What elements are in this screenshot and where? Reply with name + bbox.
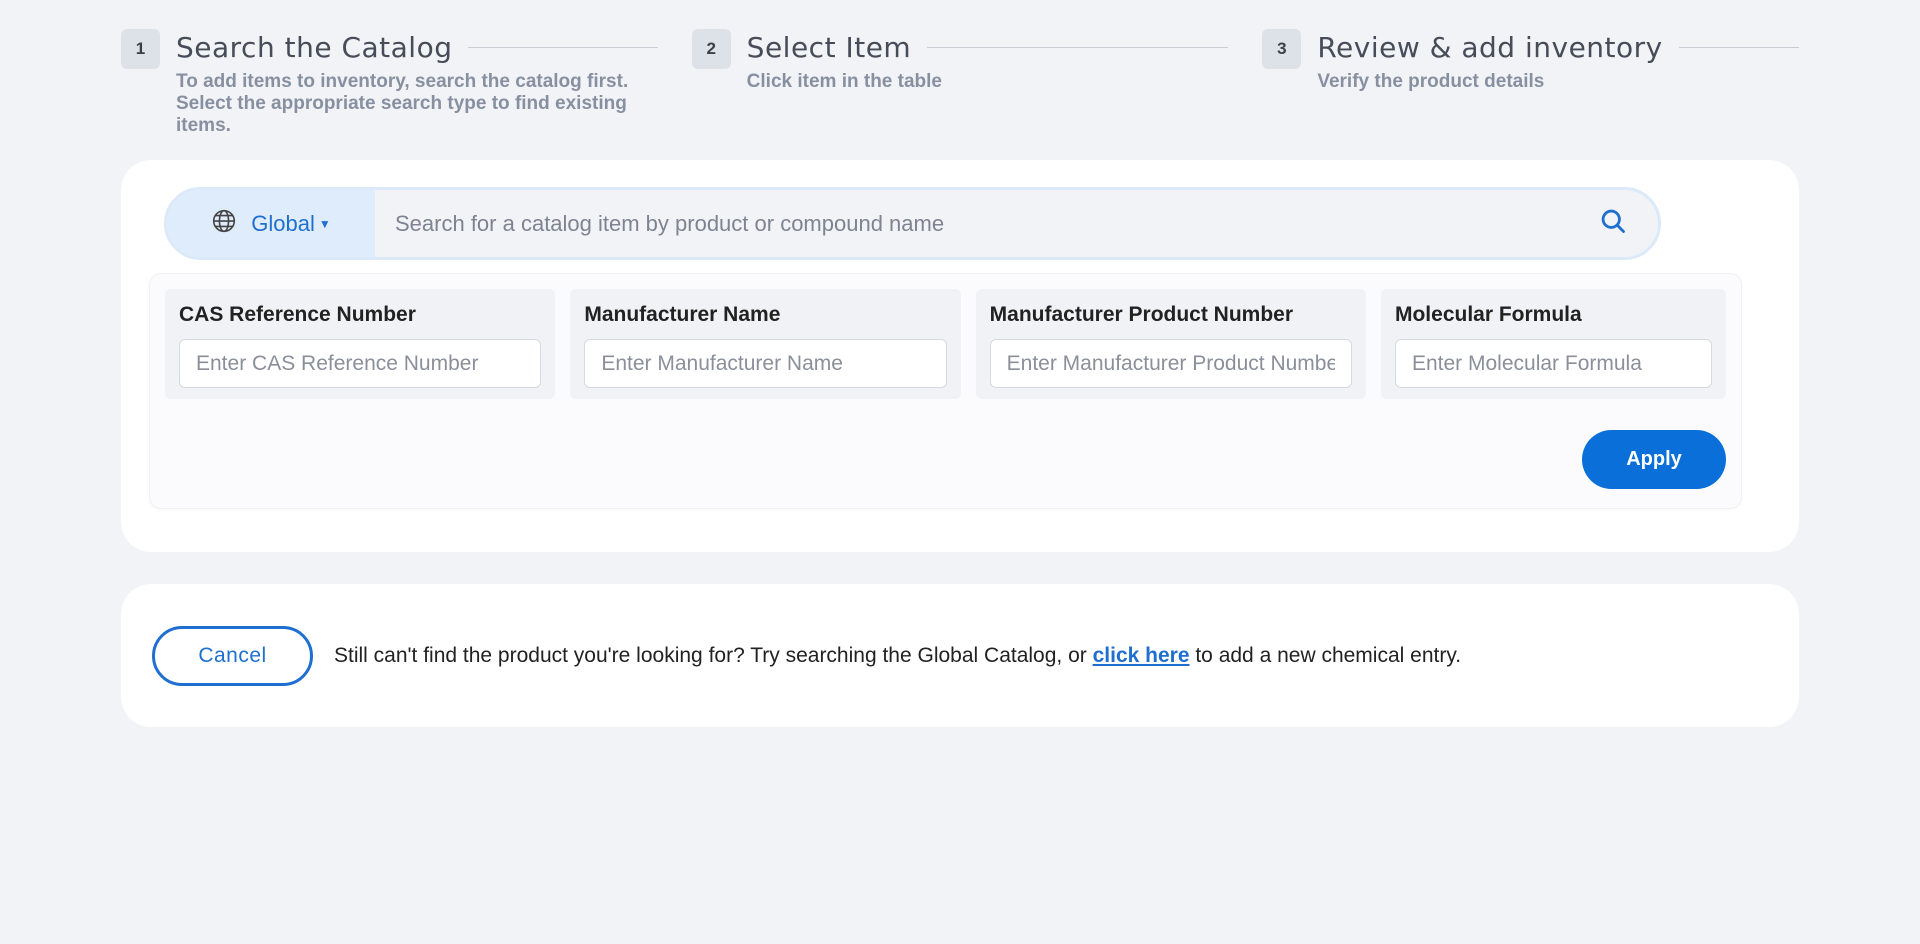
filter-manufacturer-product-number: Manufacturer Product Number [975,289,1366,399]
manufacturer-product-number-input[interactable] [989,339,1352,388]
step-search-catalog: 1 Search the Catalog To add items to inv… [121,29,658,149]
manufacturer-name-input[interactable] [584,339,947,388]
filter-molecular-formula: Molecular Formula [1380,289,1726,399]
step-title: Review & add inventory [1317,30,1663,64]
step-number: 2 [691,29,731,69]
chevron-down-icon: ▼ [318,216,331,231]
step-title: Select Item [746,30,912,64]
help-text-before: Still can't find the product you're look… [334,643,1093,667]
step-divider [468,46,658,48]
footer-card: Cancel Still can't find the product you'… [121,584,1799,727]
filter-label: CAS Reference Number [179,303,416,326]
step-divider [927,46,1229,48]
step-title: Search the Catalog [176,30,453,64]
catalog-search-input[interactable] [375,190,1568,257]
search-scope-label: Global [251,210,315,236]
step-divider [1678,46,1800,48]
step-description: Verify the product details [1317,71,1545,92]
search-button[interactable] [1568,190,1658,257]
search-bar: Global ▼ [164,187,1661,260]
apply-button[interactable]: Apply [1582,430,1726,489]
help-text-after: to add a new chemical entry. [1189,643,1462,667]
add-new-chemical-link[interactable]: click here [1093,644,1190,667]
catalog-search-card: Global ▼ CAS Reference Number Manufactur… [121,160,1799,552]
filter-label: Manufacturer Product Number [989,303,1294,326]
search-scope-dropdown[interactable]: Global ▼ [167,190,375,257]
advanced-filters-panel: CAS Reference Number Manufacturer Name M… [149,273,1742,509]
molecular-formula-input[interactable] [1394,339,1712,388]
filter-manufacturer-name: Manufacturer Name [570,289,961,399]
step-number: 3 [1262,29,1302,69]
filter-cas-number: CAS Reference Number [165,289,556,399]
step-number: 1 [121,29,160,69]
search-icon [1599,207,1627,240]
step-description: To add items to inventory, search the ca… [176,71,629,136]
stepper: 1 Search the Catalog To add items to inv… [121,29,1800,149]
step-description: Click item in the table [746,71,942,92]
cas-number-input[interactable] [179,339,542,388]
globe-icon [211,208,237,240]
step-review-add: 3 Review & add inventory Verify the prod… [1262,29,1800,149]
filter-label: Molecular Formula [1394,303,1582,326]
help-text: Still can't find the product you're look… [334,644,1461,668]
filter-label: Manufacturer Name [584,303,781,326]
step-select-item: 2 Select Item Click item in the table [691,29,1229,149]
cancel-button[interactable]: Cancel [152,625,313,686]
